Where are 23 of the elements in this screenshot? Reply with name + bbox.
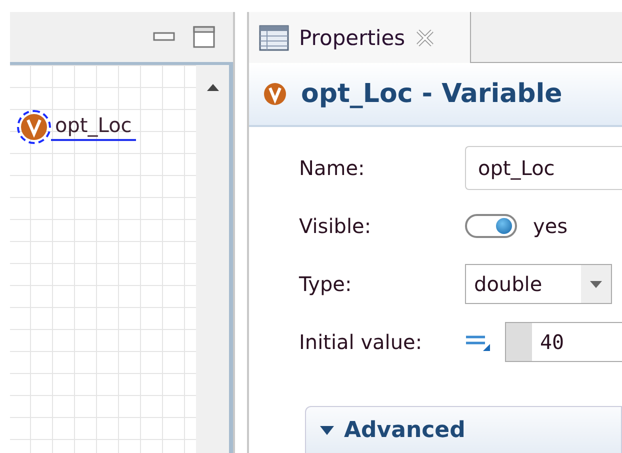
field-label: Type: [299, 272, 353, 296]
name-field[interactable]: opt_Loc [465, 146, 622, 190]
close-icon[interactable] [415, 28, 436, 48]
type-dropdown[interactable]: double [465, 264, 612, 304]
toggle-value: yes [533, 214, 568, 238]
visible-toggle[interactable] [465, 214, 517, 238]
variable-label[interactable]: opt_Loc [51, 113, 136, 141]
maximize-icon[interactable] [193, 26, 215, 48]
table-icon [259, 24, 289, 50]
panel-title: opt_Loc - Variable [301, 79, 562, 109]
dropdown-arrow-icon [590, 280, 602, 288]
minimize-icon[interactable] [153, 32, 175, 42]
field-label: Name: [299, 156, 366, 180]
equals-icon[interactable] [465, 333, 491, 351]
field-label: Initial value: [299, 330, 424, 354]
variable-icon [263, 82, 287, 106]
properties-tab[interactable]: Properties [249, 12, 471, 63]
scrollbar[interactable] [196, 65, 229, 453]
field-label: Visible: [299, 214, 372, 238]
initial-value-field[interactable]: 40 [505, 322, 622, 362]
variable-node-icon[interactable] [17, 110, 51, 144]
scroll-up-icon[interactable] [206, 83, 218, 91]
advanced-section-header[interactable]: Advanced [305, 406, 622, 453]
